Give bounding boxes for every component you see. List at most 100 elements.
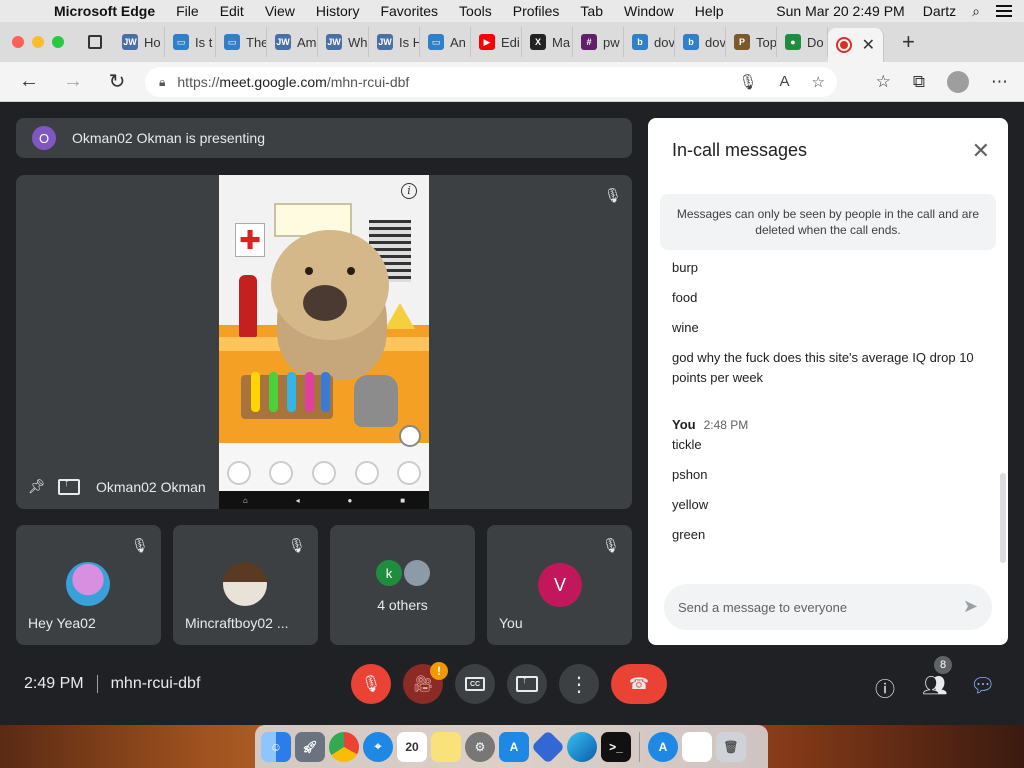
others-tile[interactable]: k 4 others [330,525,475,645]
close-icon[interactable]: ✕ [972,138,990,164]
menu-view[interactable]: View [265,3,295,19]
active-tab-meet[interactable]: ✕ [828,28,884,62]
menu-history[interactable]: History [316,3,360,19]
new-tab-button[interactable]: + [902,29,915,55]
trash-icon[interactable]: 🗑︎ [716,731,746,762]
favorites-icon[interactable]: ☆ [876,72,891,92]
meeting-info-icon[interactable]: ⓘ [875,673,895,702]
menu-profiles[interactable]: Profiles [513,3,560,19]
tab-favicon-icon: ● [785,34,801,50]
close-tab-icon[interactable]: ✕ [862,35,875,55]
tab-actions-icon[interactable] [88,35,102,49]
tab-title: pw [603,34,620,50]
chat-title: In-call messages [672,140,808,160]
forward-button[interactable]: → [58,70,88,93]
tab-favicon-icon: ▭ [428,34,444,50]
add-favorite-icon[interactable]: ☆ [812,73,825,91]
safari-icon[interactable]: ⌖ [363,731,393,762]
terminal-icon[interactable]: >_ [601,731,631,762]
edge-icon[interactable] [567,731,597,762]
tab-title: Am [297,34,317,50]
menu-tab[interactable]: Tab [580,3,603,19]
browser-tab[interactable]: b dov [624,27,675,57]
sender-time: 2:48 PM [703,418,749,432]
chat-icon[interactable]: 💬︎ [970,673,995,698]
visual-studio-code-icon[interactable] [531,729,565,764]
minimize-window-button[interactable] [32,36,44,48]
menu-edit[interactable]: Edit [220,3,244,19]
participant-name: You [499,615,523,631]
collections-icon[interactable]: ⧉ [913,72,925,92]
present-now-button[interactable] [507,664,547,704]
pin-icon[interactable]: 📌︎ [28,478,46,495]
profile-avatar[interactable] [947,71,969,93]
browser-tab[interactable]: ▭ An [420,27,471,57]
chat-message: yellow [672,497,709,512]
tab-title: An [450,34,466,50]
menu-help[interactable]: Help [695,3,724,19]
bing-icon: b [632,34,648,50]
participant-tile[interactable]: 🎙︎ Mincraftboy02 ... [173,525,318,645]
control-center-icon[interactable] [996,5,1012,17]
chat-message-input[interactable] [664,584,992,630]
back-icon: ◂ [295,495,300,505]
self-avatar: V [538,563,582,607]
tab-favicon-icon: JW [377,34,393,50]
browser-tab[interactable]: P Top [726,27,777,57]
leave-call-button[interactable]: ☎︎ [611,664,667,704]
address-bar[interactable]: 🔒︎ https:// meet.google.com /mhn-rcui-db… [145,67,837,97]
participant-name: Hey Yea02 [28,615,96,631]
participant-tile[interactable]: 🎙︎ Hey Yea02 [16,525,161,645]
browser-tab[interactable]: # pw [573,27,624,57]
app-store-downloads-icon[interactable]: A [648,731,678,762]
launchpad-icon[interactable]: 🚀︎ [295,731,325,762]
menu-bar-clock[interactable]: Sun Mar 20 2:49 PM [776,3,904,19]
self-tile[interactable]: 🎙︎ V You [487,525,632,645]
menu-bar-user[interactable]: Dartz [923,3,956,19]
presentation-tile[interactable]: ✚ i ⌂ ◂ ● ■ 🎙︎ 📌︎ ↑ Okman02 Okman [16,175,632,509]
browser-tab[interactable]: JW Am [267,27,318,57]
chat-scrollbar[interactable] [1000,473,1006,563]
mic-toggle-button[interactable]: 🎙︎ [351,664,391,704]
more-options-button[interactable]: ⋮ [559,664,599,704]
calendar-icon[interactable]: 20 [397,731,427,762]
chair-icon [399,425,421,447]
browser-tab[interactable]: JW Is H [369,27,420,57]
lock-icon[interactable]: 🔒︎ [159,75,165,90]
present-screen-icon[interactable] [58,477,80,495]
menu-favorites[interactable]: Favorites [380,3,438,19]
browser-tab[interactable]: JW Wh [318,27,369,57]
app-name-menu[interactable]: Microsoft Edge [54,3,155,19]
refresh-button[interactable]: ↻ [102,69,132,94]
microphone-icon[interactable]: 🎙︎ [738,73,757,91]
people-icon[interactable]: 👥︎ [922,673,947,698]
finder-icon[interactable]: ☺ [261,731,291,762]
notes-icon[interactable] [431,731,461,762]
browser-tab[interactable]: X Ma [522,27,573,57]
read-aloud-icon[interactable]: A [780,73,790,91]
browser-tab[interactable]: b dov [675,27,726,57]
browser-tab[interactable]: ▭ The [216,27,267,57]
lab-flask [354,375,398,427]
browser-tab[interactable]: JW Ho [114,27,165,57]
fullscreen-window-button[interactable] [52,36,64,48]
browser-tab[interactable]: ● Do [777,27,828,57]
browser-tab[interactable]: ▶ Edi [471,27,522,57]
close-window-button[interactable] [12,36,24,48]
menu-tools[interactable]: Tools [459,3,492,19]
send-icon[interactable]: ➤ [963,596,978,617]
bing-icon: b [683,34,699,50]
menu-file[interactable]: File [176,3,199,19]
document-icon[interactable] [682,731,712,762]
captions-button[interactable]: CC [455,664,495,704]
more-options-icon[interactable]: ⋯ [991,72,1008,92]
back-button[interactable]: ← [14,70,44,93]
menu-window[interactable]: Window [624,3,674,19]
tab-strip: JW Ho ▭ Is t ▭ The JW Am JW Wh JW Is H ▭ An ▶ Ed… [0,22,1024,62]
browser-tab[interactable]: ▭ Is t [165,27,216,57]
spotlight-search-icon[interactable]: ⌕ [972,3,980,20]
app-store-icon[interactable]: A [499,731,529,762]
test-tube [305,372,314,412]
chrome-icon[interactable] [329,731,359,762]
system-preferences-icon[interactable]: ⚙︎ [465,731,495,762]
